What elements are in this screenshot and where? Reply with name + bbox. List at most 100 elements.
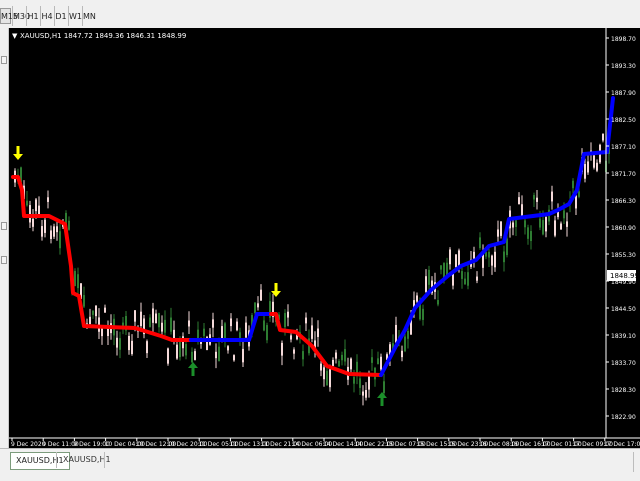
candle-body <box>218 346 220 362</box>
price-chart[interactable]: 1898.70 1893.30 1887.90 1882.50 1877.10 1871.… <box>9 28 640 448</box>
panel-handle[interactable] <box>1 256 7 264</box>
candle-body <box>371 357 373 363</box>
candle-body <box>578 191 580 197</box>
candle-body <box>56 226 58 233</box>
candle-body <box>323 367 325 380</box>
candle-body <box>353 376 355 384</box>
candle-body <box>128 335 130 351</box>
candle-body <box>140 311 142 327</box>
candle-body <box>542 220 544 235</box>
candle-body <box>185 344 187 356</box>
chart-tab[interactable]: XAUUSD,H1 <box>58 452 116 468</box>
candle-body <box>131 340 133 355</box>
candle-body <box>287 311 289 318</box>
candle-body <box>527 227 529 239</box>
candle-body <box>293 349 295 354</box>
price-tick-label: 1866.30 <box>611 198 636 205</box>
time-tick-label: 17 Dec 17:00 <box>604 441 640 448</box>
tf-button-h4[interactable]: H4 <box>40 8 54 24</box>
candle-body <box>593 155 595 168</box>
candle-body <box>245 322 247 338</box>
candle-body <box>68 220 70 230</box>
candle-body <box>452 274 454 286</box>
candle-body <box>242 348 244 363</box>
candle-body <box>503 251 505 263</box>
candle-body <box>539 218 541 228</box>
tab-separator <box>56 452 57 468</box>
candle-body <box>401 350 403 358</box>
candle-body <box>191 351 193 363</box>
candle-body <box>455 254 457 268</box>
tf-button-w1[interactable]: W1 <box>68 8 82 24</box>
candle-body <box>215 351 217 359</box>
candle-body <box>461 271 463 279</box>
candle-body <box>176 344 178 359</box>
tf-button-h1[interactable]: H1 <box>26 8 40 24</box>
candle-body <box>227 346 229 351</box>
candle-body <box>365 389 367 398</box>
price-tick-label: 1822.90 <box>611 414 636 421</box>
candle-body <box>335 352 337 359</box>
candle-body <box>233 355 235 361</box>
candle-body <box>332 359 334 366</box>
candle-body <box>188 320 190 327</box>
candle-body <box>35 199 37 212</box>
candle-body <box>50 230 52 239</box>
candle-body <box>263 320 265 331</box>
candle-body <box>194 351 196 360</box>
candle-body <box>362 391 364 396</box>
price-tick-label: 1871.70 <box>611 171 636 178</box>
candle-body <box>170 317 172 332</box>
price-tick-label: 1898.70 <box>611 36 636 43</box>
panel-handle[interactable] <box>1 222 7 230</box>
candle-body <box>338 360 340 367</box>
candle-body <box>425 276 427 292</box>
tf-button-d1[interactable]: D1 <box>54 8 68 24</box>
candle-body <box>38 205 40 215</box>
buy-arrow-icon <box>188 362 198 376</box>
candle-body <box>320 363 322 371</box>
candle-body <box>281 342 283 356</box>
candle-body <box>419 304 421 320</box>
tf-button-m15[interactable]: M15 <box>0 8 18 24</box>
price-tick-label: 1844.50 <box>611 306 636 313</box>
candle-body <box>290 335 292 340</box>
candle-body <box>104 307 106 313</box>
candle-body <box>41 226 43 237</box>
candle-body <box>404 336 406 352</box>
candle-body <box>560 223 562 230</box>
candle-body <box>305 317 307 324</box>
candle-body <box>380 356 382 370</box>
candle-body <box>422 308 424 320</box>
tf-button-mn[interactable]: MN <box>82 8 96 24</box>
candle-body <box>344 349 346 362</box>
candle-body <box>416 295 418 302</box>
candle-body <box>476 276 478 281</box>
candle-body <box>44 219 46 233</box>
candle-body <box>494 251 496 268</box>
candle-body <box>230 318 232 327</box>
candle-body <box>179 339 181 358</box>
candle-body <box>572 180 574 189</box>
chart-tabs-bar: XAUUSD,H1 XAUUSD,H1 <box>0 448 640 481</box>
tf-button-m30[interactable]: M30 <box>12 8 30 24</box>
candle-body <box>329 369 331 388</box>
candle-body <box>116 337 118 348</box>
price-axis-labels: 1898.70 1893.30 1887.90 1882.50 1877.10 1871.… <box>606 36 636 421</box>
candle-body <box>77 274 79 289</box>
price-tick-label: 1860.90 <box>611 225 636 232</box>
candle-body <box>491 255 493 266</box>
timeframe-toolbar: M15 M30 H1 H4 D1 W1 MN <box>0 0 640 29</box>
left-side-panel <box>0 28 9 448</box>
candle-body <box>545 217 547 232</box>
candle-body <box>512 222 514 228</box>
candle-body <box>284 313 286 328</box>
candle-body <box>377 358 379 365</box>
price-tick-label: 1882.50 <box>611 117 636 124</box>
price-tick-label: 1833.70 <box>611 360 636 367</box>
panel-handle[interactable] <box>1 56 7 64</box>
candle-body <box>152 308 154 323</box>
candle-body <box>383 381 385 394</box>
candle-body <box>260 289 262 301</box>
candle-body <box>266 325 268 341</box>
